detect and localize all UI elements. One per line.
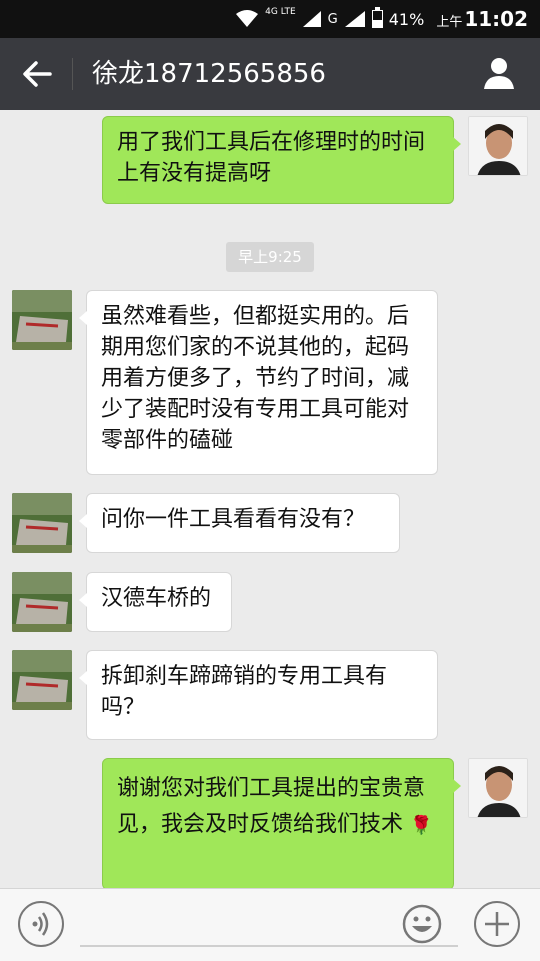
clock: 11:02 (464, 7, 528, 31)
avatar-contact[interactable] (12, 650, 72, 710)
status-bar: 4G LTE G 41% 上午 11:02 (0, 0, 540, 38)
message-bubble-received[interactable]: 拆卸刹车蹄蹄销的专用工具有吗？ (79, 650, 438, 740)
message-bubble-sent[interactable]: 用了我们工具后在修理时的时间上有没有提高呀 (102, 116, 461, 204)
message-text: 谢谢您对我们工具提出的宝贵意见，我会及时反馈给我们技术 (117, 776, 426, 837)
avatar-contact-image (12, 650, 72, 710)
message-list[interactable]: 用了我们工具后在修理时的时间上有没有提高呀 早上9:25 虽然难看些，但都挺实用… (0, 110, 540, 888)
message-bubble-received[interactable]: 问你一件工具看看有没有？ (79, 493, 400, 553)
battery-icon (371, 7, 383, 28)
wifi-icon (236, 10, 259, 27)
avatar-self-image (469, 759, 527, 817)
avatar-contact-image (12, 572, 72, 632)
message-input[interactable] (80, 945, 458, 947)
time-ampm: 上午 (436, 15, 463, 30)
avatar-contact-image (12, 493, 72, 553)
avatar-contact[interactable] (12, 572, 72, 632)
avatar-contact[interactable] (12, 493, 72, 553)
rose-emoji-icon: 🌹 (410, 815, 433, 836)
battery-percent: 41% (388, 9, 425, 29)
chat-header: 徐龙18712565856 (0, 38, 540, 110)
signal-icon (302, 11, 321, 27)
avatar-self[interactable] (468, 758, 528, 818)
network-type: 4G LTE (265, 7, 296, 17)
chat-title: 徐龙18712565856 (92, 59, 326, 89)
message-text: 虽然难看些，但都挺实用的。后期用您们家的不说其他的，起码用着方便多了，节约了时间… (101, 304, 410, 453)
person-icon[interactable] (482, 56, 516, 90)
message-text: 拆卸刹车蹄蹄销的专用工具有吗？ (101, 664, 388, 720)
plus-icon[interactable] (474, 901, 520, 947)
message-bubble-sent[interactable]: 谢谢您对我们工具提出的宝贵意见，我会及时反馈给我们技术 🌹 (102, 758, 461, 888)
message-bubble-received[interactable]: 虽然难看些，但都挺实用的。后期用您们家的不说其他的，起码用着方便多了，节约了时间… (79, 290, 438, 475)
avatar-self-image (469, 117, 527, 175)
emoji-icon[interactable] (402, 904, 442, 944)
back-arrow-icon[interactable] (20, 58, 54, 90)
message-timestamp: 早上9:25 (226, 242, 314, 272)
header-divider (72, 58, 73, 90)
message-bubble-received[interactable]: 汉德车桥的 (79, 572, 232, 632)
signal-icon-2 (344, 11, 365, 27)
message-text: 用了我们工具后在修理时的时间上有没有提高呀 (117, 130, 426, 186)
avatar-self[interactable] (468, 116, 528, 176)
voice-icon[interactable] (18, 901, 64, 947)
avatar-contact[interactable] (12, 290, 72, 350)
input-bar (0, 888, 540, 961)
network-type-secondary: G (327, 11, 338, 27)
message-text: 汉德车桥的 (101, 586, 212, 611)
message-text: 问你一件工具看看有没有？ (101, 507, 366, 532)
avatar-contact-image (12, 290, 72, 350)
